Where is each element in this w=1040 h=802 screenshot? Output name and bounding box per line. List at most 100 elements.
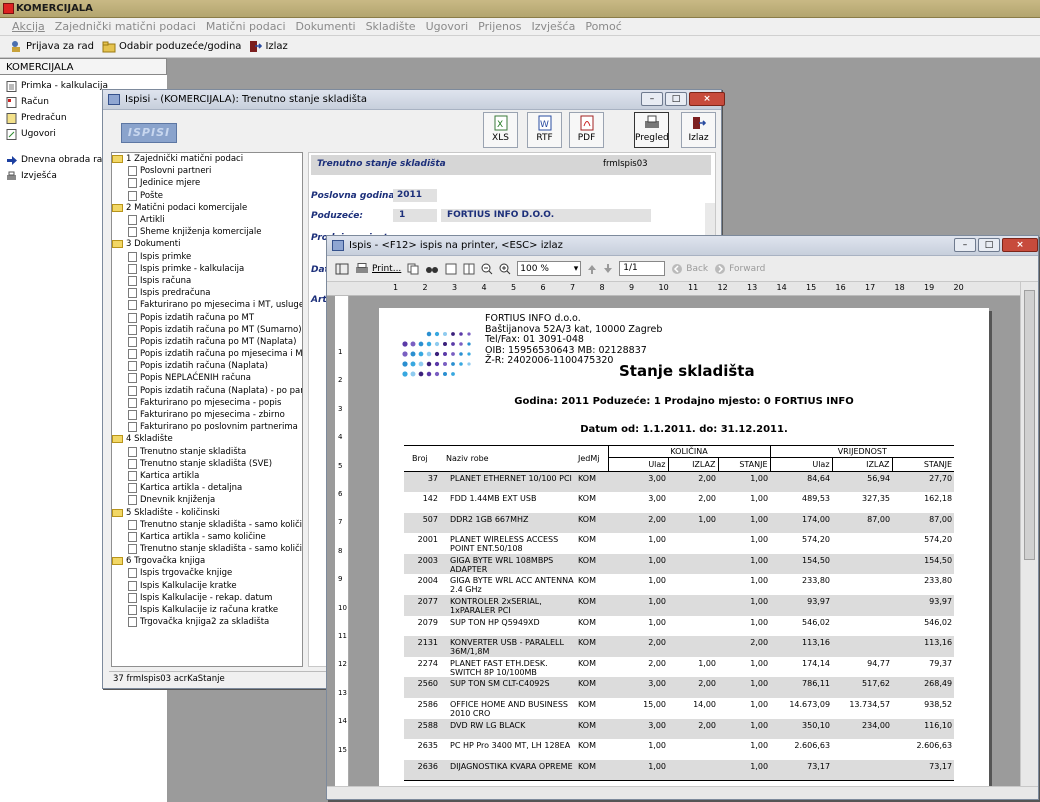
- menu-skladiste[interactable]: Skladište: [366, 20, 416, 33]
- scroll-thumb[interactable]: [1024, 290, 1035, 560]
- tree-item[interactable]: Popis izdatih računa (Naplata) - po part…: [112, 385, 302, 397]
- pregled-button[interactable]: Pregled: [634, 112, 669, 148]
- tree-item[interactable]: Poslovni partneri: [112, 165, 302, 177]
- tree-item[interactable]: Trgovačka knjiga2 za skladišta: [112, 616, 302, 628]
- ruler-label: 9: [629, 283, 635, 292]
- cell-naziv: DDR2 1GB 667MHZ: [446, 512, 578, 534]
- tree-item[interactable]: Popis NEPLAĆENIH računa: [112, 372, 302, 384]
- rtf-button[interactable]: W RTF: [527, 112, 562, 148]
- folder-icon: [112, 240, 123, 249]
- menu-pomoc[interactable]: Pomoć: [585, 20, 621, 33]
- tree-item[interactable]: Popis izdatih računa po mjesecima i MT, …: [112, 348, 302, 360]
- tree-folder[interactable]: 6 Trgovačka knjiga: [112, 555, 302, 567]
- tree-item-label: 4 Skladište: [126, 434, 173, 445]
- back-label: Back: [686, 263, 709, 274]
- tree-item[interactable]: Trenutno stanje skladišta: [112, 446, 302, 458]
- tree-item-label: Fakturirano po mjesecima - popis: [140, 397, 282, 408]
- tree-item[interactable]: Ispis Kalkulacije kratke: [112, 580, 302, 592]
- group-vrijednost: VRIJEDNOST: [770, 445, 955, 458]
- single-page-icon[interactable]: [445, 263, 457, 275]
- menu-akcija[interactable]: Akcija: [12, 20, 45, 33]
- ispisi-title-bar[interactable]: Ispisi - (KOMERCIJALA): Trenutno stanje …: [103, 90, 725, 110]
- tree-folder[interactable]: 5 Skladište - količinski: [112, 506, 302, 518]
- exit-button[interactable]: Izlaz: [249, 40, 288, 53]
- close-button[interactable]: ×: [689, 92, 725, 106]
- zoom-in-icon[interactable]: [499, 263, 511, 275]
- tree-item[interactable]: Sheme knjiženja komercijale: [112, 226, 302, 238]
- close-button[interactable]: ×: [1002, 238, 1038, 252]
- copy-icon[interactable]: [407, 263, 419, 275]
- menu-prijenos[interactable]: Prijenos: [478, 20, 521, 33]
- maximize-button[interactable]: □: [665, 92, 687, 106]
- tree-item[interactable]: Ispis računa: [112, 275, 302, 287]
- arrow-down-icon[interactable]: [603, 263, 613, 275]
- col-stanje-kol: STANJE: [718, 457, 771, 472]
- xls-button[interactable]: X XLS: [483, 112, 518, 148]
- tree-item[interactable]: Fakturirano po mjesecima i MT, usluge: [112, 299, 302, 311]
- menu-izvjesca[interactable]: Izvješća: [531, 20, 575, 33]
- tree-item[interactable]: Popis izdatih računa po MT: [112, 311, 302, 323]
- back-button[interactable]: Back: [671, 263, 708, 275]
- menu-dokumenti[interactable]: Dokumenti: [296, 20, 356, 33]
- two-pages-icon[interactable]: [463, 263, 475, 275]
- tree-item[interactable]: Popis izdatih računa (Naplata): [112, 360, 302, 372]
- tree-item[interactable]: Kartica artikla - samo količine: [112, 531, 302, 543]
- cell-broj: 37: [404, 471, 446, 493]
- vertical-scrollbar[interactable]: [1020, 282, 1038, 787]
- logo-dot: [467, 332, 471, 336]
- tree-item[interactable]: Pošte: [112, 190, 302, 202]
- izlaz-button[interactable]: Izlaz: [681, 112, 716, 148]
- tree-item[interactable]: Popis izdatih računa po MT (Sumarno): [112, 324, 302, 336]
- tree-item[interactable]: Ispis predračuna: [112, 287, 302, 299]
- tree-item-label: Fakturirano po mjesecima i MT, usluge: [140, 300, 303, 311]
- company-select-button[interactable]: Odabir poduzeće/godina: [102, 41, 241, 53]
- tree-item[interactable]: Ispis trgovačke knjige: [112, 567, 302, 579]
- godina-field[interactable]: 2011: [393, 189, 437, 202]
- tree-item[interactable]: Fakturirano po poslovnim partnerima: [112, 421, 302, 433]
- tree-item[interactable]: Jedinice mjere: [112, 177, 302, 189]
- tree-item[interactable]: Ispis primke: [112, 251, 302, 263]
- menu-ugovori[interactable]: Ugovori: [426, 20, 469, 33]
- print-button[interactable]: Print...: [355, 262, 401, 275]
- tree-item[interactable]: Ispis primke - kalkulacija: [112, 263, 302, 275]
- pdf-button[interactable]: PDF: [569, 112, 604, 148]
- cell-stanje-vr: 87,00: [892, 512, 955, 534]
- minimize-button[interactable]: –: [641, 92, 663, 106]
- tree-item[interactable]: Fakturirano po mjesecima - zbirno: [112, 409, 302, 421]
- report-tree[interactable]: 1 Zajednički matični podaci Poslovni part…: [111, 152, 303, 667]
- menu-maticni[interactable]: Matični podaci: [206, 20, 286, 33]
- tree-item[interactable]: Trenutno stanje skladišta - samo količin…: [112, 543, 302, 555]
- page-number-field[interactable]: 1/1: [619, 261, 666, 276]
- tree-item[interactable]: Trenutno stanje skladišta - samo količin…: [112, 519, 302, 531]
- forward-button[interactable]: Forward: [714, 263, 765, 275]
- tree-item[interactable]: Artikli: [112, 214, 302, 226]
- maximize-button[interactable]: □: [978, 238, 1000, 252]
- arrow-up-icon[interactable]: [587, 263, 597, 275]
- tree-folder[interactable]: 4 Skladište: [112, 433, 302, 445]
- zoom-select[interactable]: 100 % ▾: [517, 261, 582, 276]
- minimize-button[interactable]: –: [954, 238, 976, 252]
- tree-item[interactable]: Ispis Kalkulacije iz računa kratke: [112, 604, 302, 616]
- login-button[interactable]: Prijava za rad: [10, 40, 94, 53]
- menu-zajednicki[interactable]: Zajednički matični podaci: [55, 20, 196, 33]
- tree-item[interactable]: Popis izdatih računa po MT (Naplata): [112, 336, 302, 348]
- ruler-label: 11: [688, 283, 699, 292]
- thumbnails-icon[interactable]: [335, 263, 349, 275]
- tree-folder[interactable]: 1 Zajednički matični podaci: [112, 153, 302, 165]
- horizontal-scrollbar[interactable]: [327, 786, 1038, 799]
- tree-item-label: Kartica artikla - samo količine: [140, 531, 266, 542]
- tree-item[interactable]: Kartica artikla - detaljna: [112, 482, 302, 494]
- tree-item[interactable]: Ispis Kalkulacije - rekap. datum: [112, 592, 302, 604]
- tree-item[interactable]: Dnevnik knjiženja: [112, 494, 302, 506]
- preview-title-bar[interactable]: Ispis - <F12> ispis na printer, <ESC> iz…: [327, 236, 1038, 256]
- poduzece-id-field[interactable]: 1: [393, 209, 437, 222]
- tree-folder[interactable]: 3 Dokumenti: [112, 238, 302, 250]
- tree-item[interactable]: Kartica artikla: [112, 470, 302, 482]
- ruler-label: 3: [338, 404, 343, 413]
- zoom-out-icon[interactable]: [481, 263, 493, 275]
- find-binoculars-icon[interactable]: [425, 263, 439, 275]
- ruler-label: 5: [511, 283, 517, 292]
- tree-folder[interactable]: 2 Matični podaci komercijale: [112, 202, 302, 214]
- tree-item[interactable]: Fakturirano po mjesecima - popis: [112, 397, 302, 409]
- tree-item[interactable]: Trenutno stanje skladišta (SVE): [112, 458, 302, 470]
